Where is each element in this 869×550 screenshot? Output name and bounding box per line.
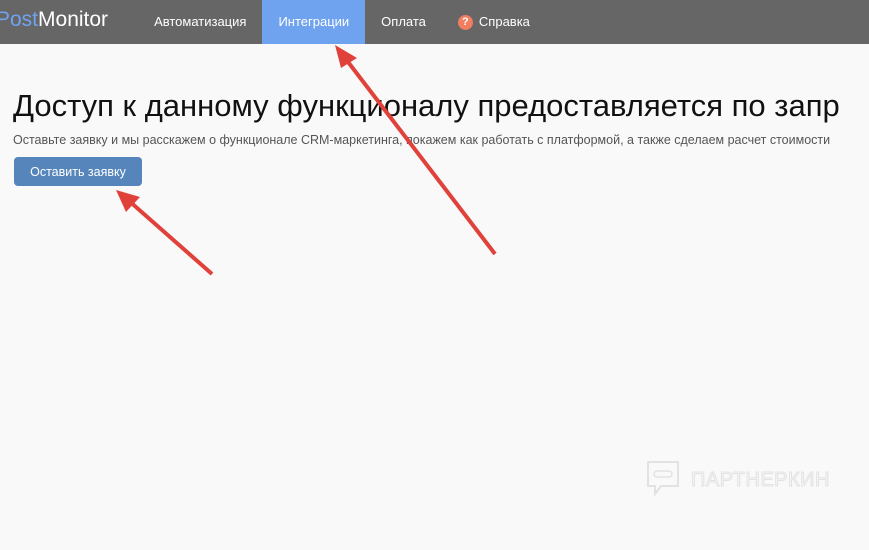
question-circle-icon: ? [457, 14, 473, 30]
nav-item-automation[interactable]: Автоматизация [138, 0, 262, 44]
chat-bubble-icon [647, 461, 679, 497]
page-title: Доступ к данному функционалу предоставля… [13, 88, 840, 123]
watermark-logo: ПАРТНЕРКИН [645, 460, 830, 500]
watermark-text: ПАРТНЕРКИН [691, 468, 830, 491]
arrow-to-button [116, 190, 214, 276]
top-nav: PostMonitor Автоматизация Интеграции Опл… [0, 0, 869, 44]
page-subtitle: Оставьте заявку и мы расскажем о функцио… [13, 133, 831, 147]
nav-item-integrations[interactable]: Интеграции [262, 0, 366, 44]
nav-item-payment[interactable]: Оплата [365, 0, 442, 44]
request-button[interactable]: Оставить заявку [14, 157, 142, 186]
nav-item-help[interactable]: ? Справка [442, 0, 546, 44]
logo[interactable]: PostMonitor [0, 0, 108, 44]
arrow-to-integrations [335, 45, 497, 256]
